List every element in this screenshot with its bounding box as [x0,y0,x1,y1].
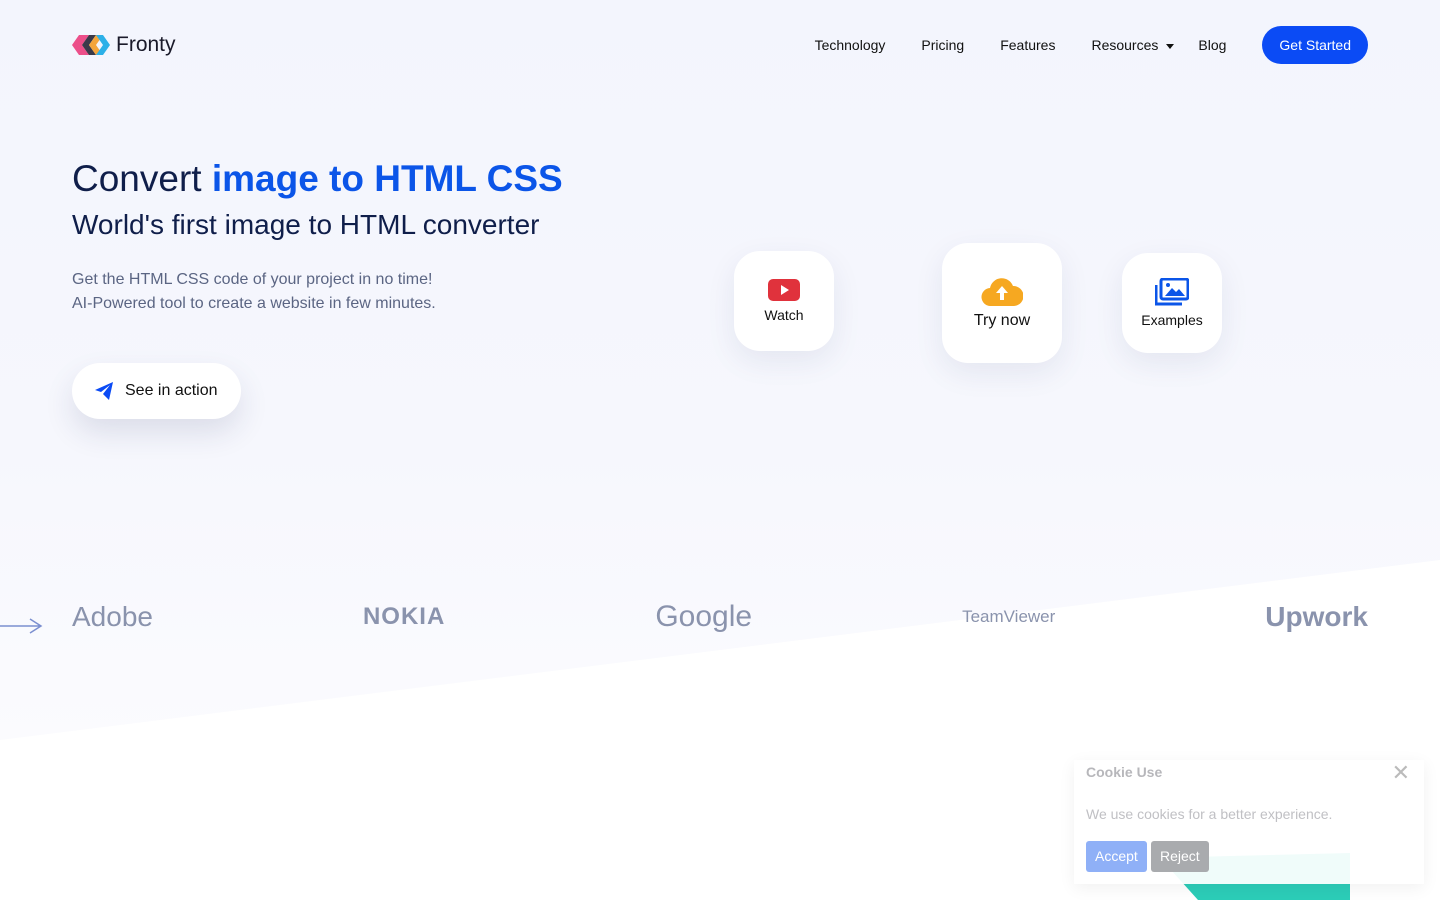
paper-plane-icon [95,382,113,400]
teamviewer-logo: TeamViewer [962,607,1056,626]
hero-desc-line1: Get the HTML CSS code of your project in… [72,271,433,288]
hero-desc-line2: AI-Powered tool to create a website in f… [72,295,436,312]
watch-card[interactable]: Watch [734,251,834,351]
watch-label: Watch [764,307,804,323]
cloud-upload-icon [981,278,1023,306]
fronty-logo-icon [72,35,110,55]
arrow-right-icon [0,618,43,634]
nav-technology[interactable]: Technology [815,37,886,53]
nav-resources[interactable]: Resources [1091,37,1175,53]
brand-name: Fronty [116,33,176,56]
hero-subtitle: World's first image to HTML converter [72,209,540,240]
nav-pricing[interactable]: Pricing [921,37,964,53]
accept-button[interactable]: Accept [1086,841,1147,872]
client-logos: Adobe NOKIA Google TeamViewer Upwork [72,600,1368,634]
examples-card[interactable]: Examples [1122,253,1222,353]
nav-features[interactable]: Features [1000,37,1055,53]
cookie-banner: Cookie Use ✕ We use cookies for a better… [1074,760,1424,884]
hero-title-accent: image to HTML CSS [211,158,563,199]
cookie-title: Cookie Use [1086,764,1163,780]
hero-title: Convert image to HTML CSS [72,158,563,200]
hero-title-plain: Convert [72,158,212,199]
see-in-action-button[interactable]: See in action [72,363,241,419]
caret-down-icon [1166,43,1175,49]
see-in-action-label: See in action [125,382,218,399]
try-now-label: Try now [973,312,1031,329]
youtube-icon [768,279,800,301]
examples-label: Examples [1141,312,1203,328]
reject-button[interactable]: Reject [1151,841,1209,872]
brand-logo[interactable]: Fronty [72,33,176,57]
cookie-message: We use cookies for a better experience. [1086,806,1333,822]
try-now-card[interactable]: Try now [942,243,1062,363]
get-started-button[interactable]: Get Started [1262,26,1368,64]
images-icon [1155,278,1189,306]
nokia-logo: NOKIA [362,603,446,630]
navbar: Fronty Technology Pricing Features Resou… [72,25,1368,65]
close-icon[interactable]: ✕ [1392,760,1410,786]
adobe-logo: Adobe [72,601,153,632]
nav-resources-label: Resources [1091,37,1159,53]
nav-blog[interactable]: Blog [1198,37,1226,53]
hero-description: Get the HTML CSS code of your project in… [72,268,436,316]
google-logo: Google [655,600,753,633]
upwork-logo: Upwork [1265,601,1368,632]
